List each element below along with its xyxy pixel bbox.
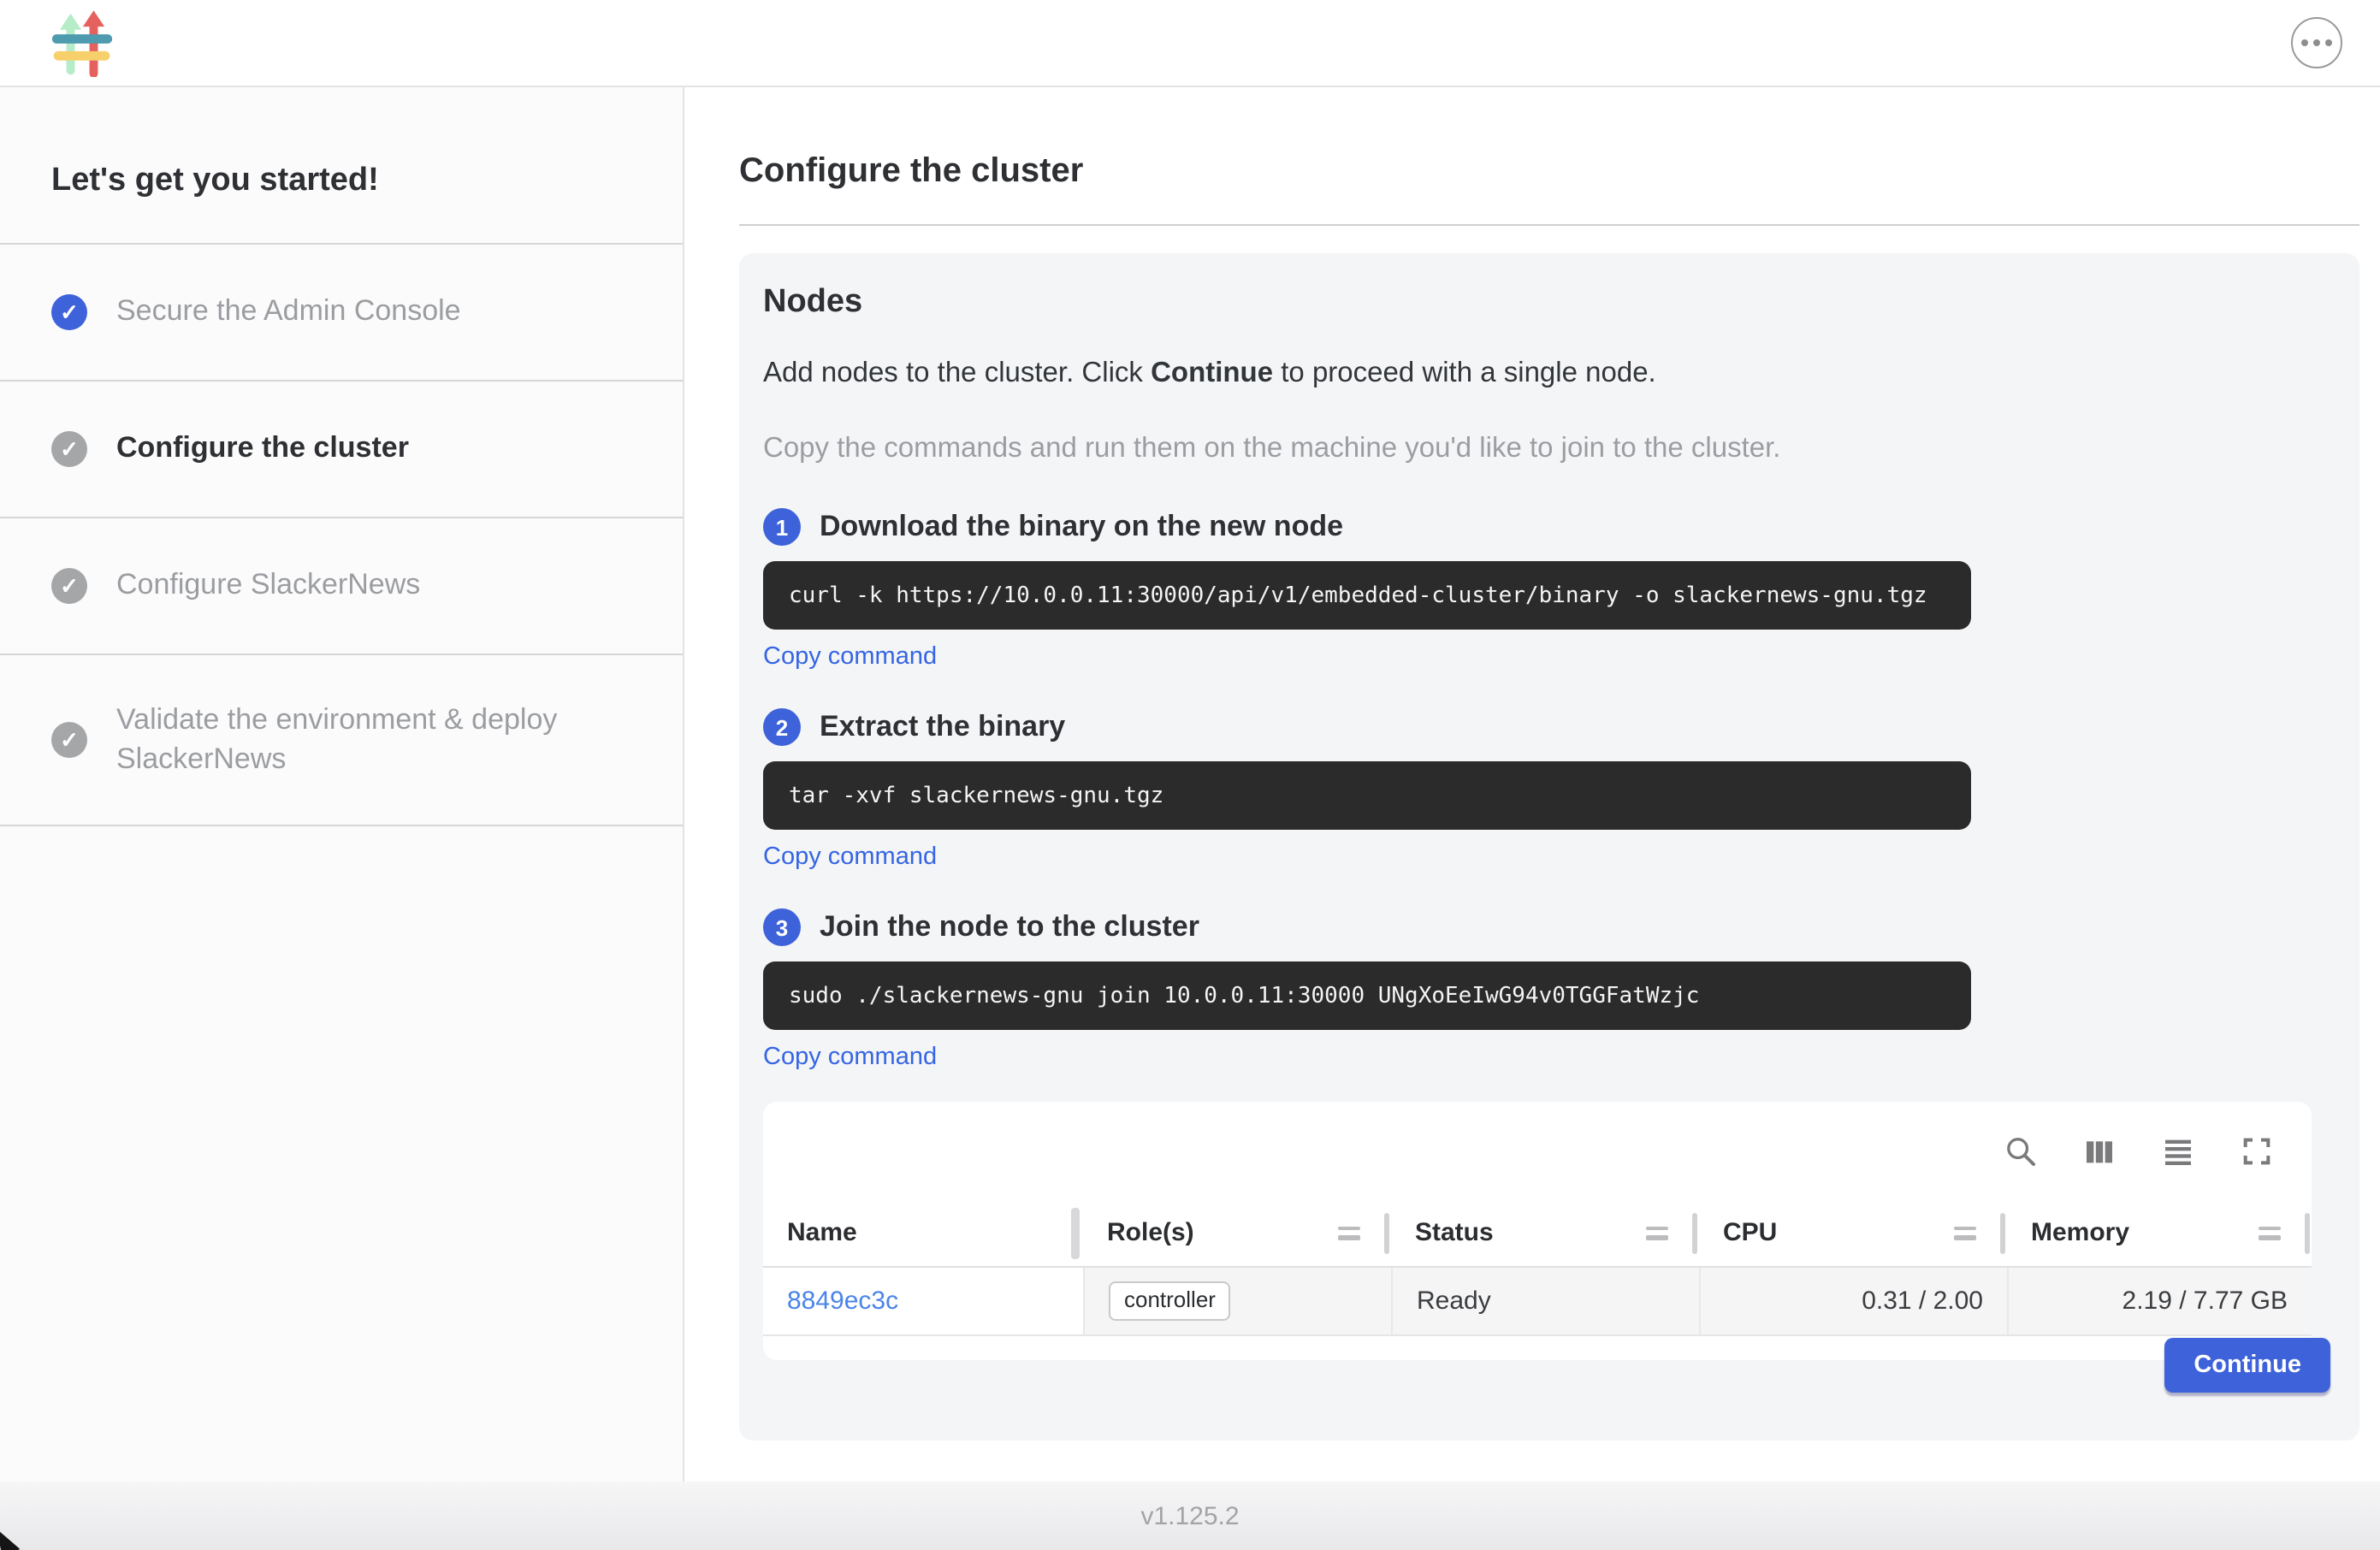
sidebar-step-secure-admin-console[interactable]: ✓ Secure the Admin Console [0,245,683,382]
column-header-name[interactable]: Name [763,1199,1083,1266]
check-circle-icon: ✓ [51,431,87,467]
column-resize-handle[interactable] [2000,1213,2005,1254]
join-step-1: 1 Download the binary on the new node [763,508,2336,546]
column-resize-handle[interactable] [1384,1213,1389,1254]
step-2-badge: 2 [763,708,801,746]
step-3-copy-command-link[interactable]: Copy command [763,1044,937,1071]
step-1-title: Download the binary on the new node [820,510,1343,544]
column-menu-icon[interactable] [1954,1226,1976,1239]
nodes-table: Name Role(s) Status [763,1102,2312,1360]
column-resize-handle[interactable] [2305,1213,2310,1254]
sidebar-title: Let's get you started! [0,87,683,245]
ellipsis-icon [2301,39,2308,46]
nodes-hint-text: Copy the commands and run them on the ma… [763,433,2336,465]
node-roles-cell: controller [1083,1268,1391,1334]
page-title: Configure the cluster [739,152,2359,192]
table-row: 8849ec3c controller Ready 0.31 / 2.00 2.… [763,1268,2312,1336]
column-menu-icon[interactable] [2259,1226,2281,1239]
step-1-command-block: curl -k https://10.0.0.11:30000/api/v1/e… [763,561,1971,630]
sidebar-step-label: Configure SlackerNews [116,566,420,606]
step-2-command-block: tar -xvf slackernews-gnu.tgz [763,761,1971,830]
sidebar-step-validate-deploy[interactable]: ✓ Validate the environment & deploy Slac… [0,655,683,826]
nodes-heading: Nodes [763,284,2336,322]
table-header-row: Name Role(s) Status [763,1199,2312,1268]
column-resize-handle[interactable] [1692,1213,1697,1254]
column-header-status[interactable]: Status [1391,1199,1699,1266]
column-header-roles[interactable]: Role(s) [1083,1199,1391,1266]
main-content: Configure the cluster Nodes Add nodes to… [684,87,2380,1482]
node-status-cell: Ready [1391,1268,1699,1334]
card-actions: Continue [2164,1338,2330,1393]
admin-console-app: Let's get you started! ✓ Secure the Admi… [0,0,2380,1550]
fullscreen-icon[interactable] [2240,1133,2274,1168]
join-step-2: 2 Extract the binary [763,708,2336,746]
sidebar-step-label: Validate the environment & deploy Slacke… [116,701,613,779]
setup-sidebar: Let's get you started! ✓ Secure the Admi… [0,87,684,1482]
continue-button[interactable]: Continue [2164,1338,2330,1393]
step-3-badge: 3 [763,908,801,946]
more-menu-button[interactable] [2291,17,2342,68]
step-1-badge: 1 [763,508,801,546]
node-name-cell: 8849ec3c [763,1268,1083,1334]
role-badge: controller [1109,1281,1231,1321]
version-label: v1.125.2 [1140,1501,1239,1530]
column-header-memory[interactable]: Memory [2007,1199,2312,1266]
node-memory-cell: 2.19 / 7.77 GB [2007,1268,2312,1334]
search-icon[interactable] [2004,1133,2038,1168]
column-resize-handle[interactable] [1071,1208,1080,1259]
table-toolbar [763,1102,2312,1199]
step-3-command-block: sudo ./slackernews-gnu join 10.0.0.11:30… [763,961,1971,1030]
nodes-card: Nodes Add nodes to the cluster. Click Co… [739,253,2359,1441]
sidebar-step-configure-cluster[interactable]: ✓ Configure the cluster [0,382,683,518]
column-header-cpu[interactable]: CPU [1699,1199,2007,1266]
app-footer: v1.125.2 [0,1482,2380,1550]
title-divider [739,224,2359,226]
node-name-link[interactable]: 8849ec3c [787,1287,898,1316]
check-circle-icon: ✓ [51,294,87,330]
density-icon[interactable] [2161,1133,2195,1168]
step-2-title: Extract the binary [820,710,1065,744]
check-circle-icon: ✓ [51,568,87,604]
step-1-copy-command-link[interactable]: Copy command [763,643,937,671]
sidebar-step-configure-slackernews[interactable]: ✓ Configure SlackerNews [0,518,683,655]
column-menu-icon[interactable] [1338,1226,1360,1239]
app-header [0,0,2380,87]
mouse-cursor [0,1529,23,1550]
join-step-3: 3 Join the node to the cluster [763,908,2336,946]
check-circle-icon: ✓ [51,722,87,758]
sidebar-step-label: Secure the Admin Console [116,293,461,332]
sidebar-step-label: Configure the cluster [116,429,409,469]
columns-icon[interactable] [2082,1133,2117,1168]
step-2-copy-command-link[interactable]: Copy command [763,843,937,871]
nodes-intro-text: Add nodes to the cluster. Click Continue… [763,358,2336,390]
column-menu-icon[interactable] [1646,1226,1668,1239]
slackernews-logo [51,9,113,77]
node-cpu-cell: 0.31 / 2.00 [1699,1268,2007,1334]
step-3-title: Join the node to the cluster [820,910,1199,944]
